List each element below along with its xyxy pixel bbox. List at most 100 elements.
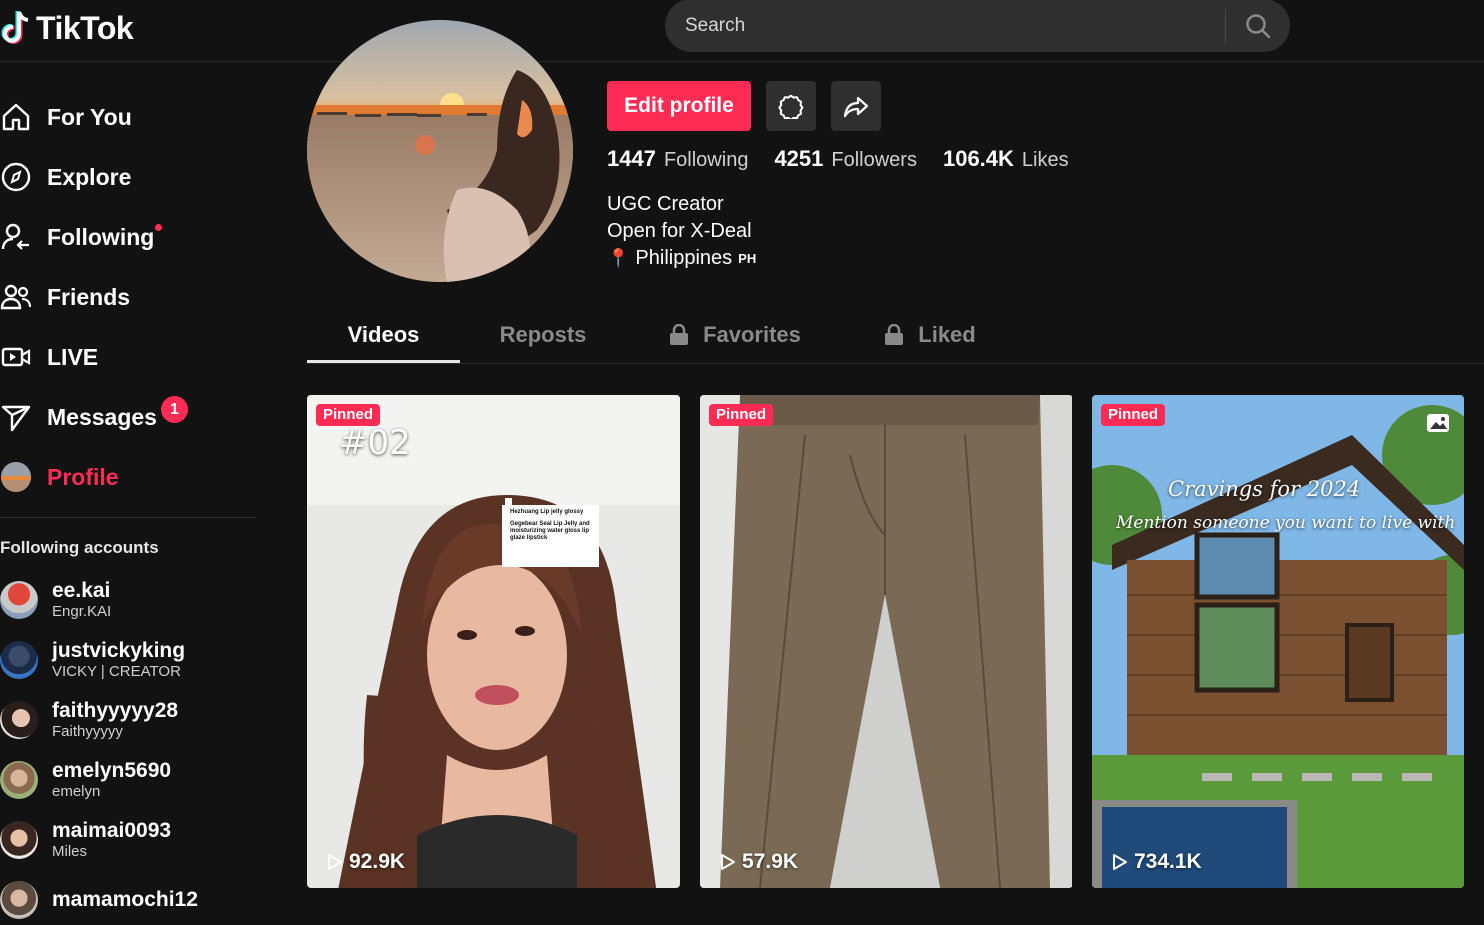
nav-friends[interactable]: Friends: [0, 275, 240, 319]
account-item[interactable]: emelyn5690 emelyn: [0, 755, 255, 805]
lock-icon: [885, 324, 904, 345]
nav-label: Profile: [47, 463, 119, 490]
avatar: [0, 581, 38, 619]
account-name: justvickyking: [52, 639, 186, 662]
account-item[interactable]: maimai0093 Miles: [0, 815, 255, 865]
view-count: 734.1K: [1112, 850, 1202, 874]
profile-bio: UGC Creator Open for X-Deal 📍 Philippine…: [607, 191, 756, 272]
video-card[interactable]: Cravings for 2024 Mention someone you wa…: [1092, 395, 1464, 888]
account-subtitle: Miles: [52, 843, 88, 860]
tab-reposts[interactable]: Reposts: [485, 308, 601, 362]
video-thumbnail: [307, 395, 680, 888]
avatar: [0, 701, 38, 739]
account-subtitle: Engr.KAI: [52, 603, 112, 620]
account-name: faithyyyyy28: [52, 699, 179, 722]
account-item[interactable]: faithyyyyy28 Faithyyyyy: [0, 695, 255, 745]
account-subtitle: Faithyyyyy: [52, 723, 123, 740]
active-tab-indicator: [307, 360, 460, 363]
nav-label: For You: [47, 103, 132, 130]
tab-videos[interactable]: Videos: [307, 308, 460, 362]
view-count: 57.9K: [720, 850, 798, 874]
sidebar-divider: [0, 517, 256, 518]
gear-icon: [778, 94, 804, 119]
live-icon: [0, 340, 34, 374]
tab-favorites[interactable]: Favorites: [665, 308, 805, 362]
edit-profile-button[interactable]: Edit profile: [607, 81, 751, 131]
sidebar: For You Explore Following Friends LIVE M…: [0, 63, 262, 919]
profile-avatar-icon: [0, 460, 34, 494]
account-subtitle: emelyn: [52, 783, 101, 800]
share-icon: [843, 96, 869, 118]
stat-number: 1447: [607, 146, 656, 171]
account-name: mamamochi12: [52, 888, 198, 911]
bio-location: 📍 Philippines PH: [607, 245, 756, 272]
nav-label: Following: [47, 223, 163, 251]
video-card[interactable]: #02 Hezhuang Lip jelly glossy Gegebear S…: [307, 395, 680, 888]
profile-tabs: Videos Reposts Favorites Liked: [307, 308, 1484, 364]
location-pin-icon: 📍: [607, 248, 630, 268]
profile-stats: 1447 Following 4251 Followers 106.4K Likes: [607, 146, 1069, 172]
nav-following[interactable]: Following: [0, 215, 240, 259]
nav-profile[interactable]: Profile: [0, 455, 240, 499]
product-sticker: Hezhuang Lip jelly glossy Gegebear Seal …: [510, 509, 596, 542]
stat-likes: 106.4K Likes: [943, 146, 1069, 172]
nav-for-you[interactable]: For You: [0, 95, 240, 139]
tiktok-note-icon: [1, 11, 29, 44]
account-name: emelyn5690: [52, 759, 172, 782]
photo-icon: [1427, 414, 1449, 432]
video-thumbnail: [1092, 395, 1464, 888]
video-overlay-title: Cravings for 2024: [1168, 477, 1361, 501]
location-text: Philippines: [635, 247, 733, 269]
pinned-badge: Pinned: [1101, 404, 1166, 426]
play-icon: [721, 854, 735, 870]
settings-button[interactable]: [766, 81, 816, 131]
stat-number: 106.4K: [942, 146, 1014, 171]
search-input[interactable]: [665, 0, 1225, 52]
bio-line: UGC Creator: [607, 193, 724, 215]
nav-label: LIVE: [47, 343, 99, 370]
account-item[interactable]: mamamochi12: [0, 875, 255, 925]
avatar: [0, 641, 38, 679]
friends-icon: [0, 280, 34, 314]
video-thumbnail: [700, 395, 1072, 888]
account-subtitle: VICKY | CREATOR: [52, 663, 181, 680]
video-overlay-subtitle: Mention someone you want to live with: [1116, 513, 1456, 533]
compass-icon: [0, 160, 34, 194]
play-icon: [328, 854, 342, 870]
search-icon: [1246, 13, 1271, 38]
stat-number: 4251: [774, 146, 824, 171]
search-button[interactable]: [1226, 0, 1290, 52]
nav-live[interactable]: LIVE: [0, 335, 240, 379]
account-item[interactable]: justvickyking VICKY | CREATOR: [0, 635, 255, 685]
account-name: ee.kai: [52, 579, 111, 602]
stat-label: Followers: [831, 149, 917, 171]
country-code: PH: [738, 251, 757, 266]
avatar: [0, 761, 38, 799]
profile-avatar[interactable]: [307, 20, 573, 282]
share-button[interactable]: [831, 81, 881, 131]
nav-explore[interactable]: Explore: [0, 155, 240, 199]
account-name: maimai0093: [52, 819, 172, 842]
avatar: [0, 821, 38, 859]
stat-following[interactable]: 1447 Following: [607, 146, 748, 172]
stat-label: Likes: [1021, 149, 1069, 171]
video-overlay-text: #02: [339, 423, 411, 463]
sticker-body: Gegebear Seal Lip Jelly and moisturizing…: [510, 521, 590, 541]
sticker-title: Hezhuang Lip jelly glossy: [510, 509, 584, 515]
top-bar: TikTok: [0, 0, 1484, 62]
tiktok-logo[interactable]: TikTok: [0, 8, 134, 48]
play-icon: [1113, 854, 1127, 870]
tab-liked[interactable]: Liked: [880, 308, 980, 362]
following-accounts-title: Following accounts: [0, 538, 159, 557]
nav-label: Messages: [47, 403, 157, 430]
following-icon: [0, 220, 34, 254]
account-item[interactable]: ee.kai Engr.KAI: [0, 575, 255, 625]
stat-label: Following: [663, 149, 749, 171]
stat-followers[interactable]: 4251 Followers: [774, 146, 917, 172]
nav-messages[interactable]: Messages 1: [0, 395, 240, 439]
messages-icon: [0, 400, 34, 434]
nav-label: Friends: [47, 283, 131, 310]
messages-badge: 1: [160, 395, 188, 423]
video-card[interactable]: Pinned 57.9K: [700, 395, 1073, 888]
logo-text: TikTok: [36, 9, 134, 46]
